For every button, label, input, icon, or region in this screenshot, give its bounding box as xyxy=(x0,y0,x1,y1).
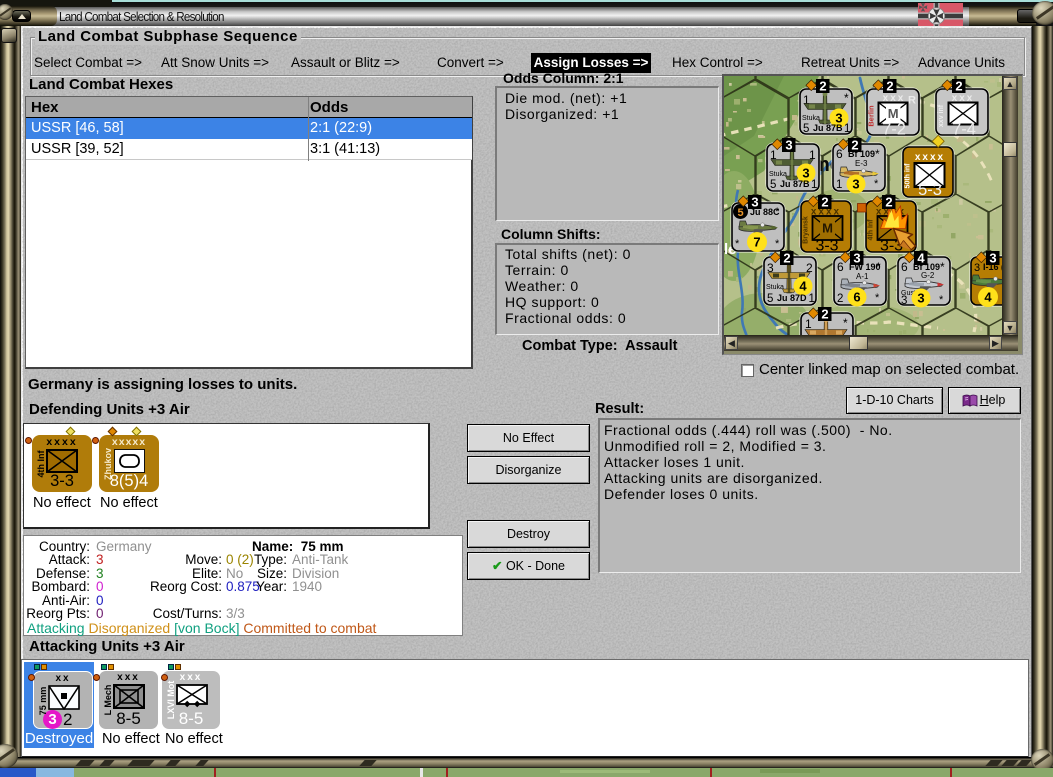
svg-text:M: M xyxy=(888,106,899,121)
svg-text:E-3: E-3 xyxy=(855,159,868,168)
svg-text:3: 3 xyxy=(901,295,907,307)
svg-text:*: * xyxy=(875,292,880,304)
svg-text:3: 3 xyxy=(785,138,792,153)
svg-text:Berlin: Berlin xyxy=(867,105,876,127)
svg-text:3: 3 xyxy=(917,291,924,306)
svg-text:3: 3 xyxy=(751,195,758,210)
svg-text:*: * xyxy=(939,294,944,306)
svg-text:2: 2 xyxy=(955,79,962,94)
svg-text:3: 3 xyxy=(852,177,859,192)
svg-text:6: 6 xyxy=(837,260,844,274)
svg-text:6: 6 xyxy=(853,290,860,305)
svg-text:3: 3 xyxy=(989,251,996,266)
svg-text:4th Inf: 4th Inf xyxy=(868,219,875,241)
svg-text:Stuka: Stuka xyxy=(769,171,787,178)
svg-text:*: * xyxy=(843,316,848,330)
svg-text:1: 1 xyxy=(805,317,812,331)
svg-text:2: 2 xyxy=(783,251,790,266)
svg-text:2: 2 xyxy=(851,138,858,153)
svg-text:7-2: 7-2 xyxy=(882,121,906,139)
svg-text:5: 5 xyxy=(803,123,809,135)
svg-text:3: 3 xyxy=(974,262,980,274)
svg-text:R: R xyxy=(908,95,916,107)
svg-text:2: 2 xyxy=(837,293,843,305)
svg-text:1: 1 xyxy=(836,179,842,191)
svg-text:2: 2 xyxy=(886,79,893,94)
svg-text:1: 1 xyxy=(811,179,817,191)
svg-text:*: * xyxy=(735,238,740,250)
svg-text:Ju 87D: Ju 87D xyxy=(777,293,807,303)
svg-text:*: * xyxy=(874,178,879,190)
svg-text:Ju 87B: Ju 87B xyxy=(813,123,843,133)
svg-text:7-4: 7-4 xyxy=(952,121,976,139)
svg-text:Stuka: Stuka xyxy=(766,284,784,291)
svg-text:5: 5 xyxy=(737,207,743,219)
svg-text:Bryansk: Bryansk xyxy=(803,216,810,244)
svg-text:*: * xyxy=(875,147,880,161)
svg-text:2: 2 xyxy=(819,79,826,94)
svg-text:3: 3 xyxy=(853,251,860,266)
svg-text:*: * xyxy=(775,238,780,250)
svg-text:5-3: 5-3 xyxy=(918,181,942,199)
svg-text:G-2: G-2 xyxy=(921,271,935,280)
svg-text:4: 4 xyxy=(984,290,992,305)
svg-text:6: 6 xyxy=(836,147,843,161)
svg-text:4: 4 xyxy=(917,251,925,266)
svg-text:*: * xyxy=(876,260,881,274)
svg-text:6: 6 xyxy=(901,260,908,274)
svg-text:Stuka: Stuka xyxy=(802,115,820,122)
svg-text:xxv inf: xxv inf xyxy=(938,104,945,127)
svg-text:*: * xyxy=(844,91,849,105)
svg-text:1: 1 xyxy=(844,123,850,135)
svg-text:5: 5 xyxy=(770,179,776,191)
svg-text:*: * xyxy=(775,206,780,218)
svg-text:Ju 87B: Ju 87B xyxy=(780,179,810,189)
svg-text:A-1: A-1 xyxy=(856,272,869,281)
svg-text:2: 2 xyxy=(821,195,828,210)
svg-text:1: 1 xyxy=(809,293,815,305)
svg-text:2: 2 xyxy=(885,195,892,210)
svg-text:xxxx: xxxx xyxy=(915,152,945,163)
svg-text:4: 4 xyxy=(799,279,807,294)
svg-text:5: 5 xyxy=(767,293,773,305)
svg-text:50th inf: 50th inf xyxy=(905,163,912,189)
svg-text:M: M xyxy=(822,221,833,236)
svg-text:7: 7 xyxy=(753,235,760,250)
svg-text:2: 2 xyxy=(821,307,828,322)
svg-text:*: * xyxy=(940,260,945,274)
svg-text:3-3: 3-3 xyxy=(815,238,838,255)
